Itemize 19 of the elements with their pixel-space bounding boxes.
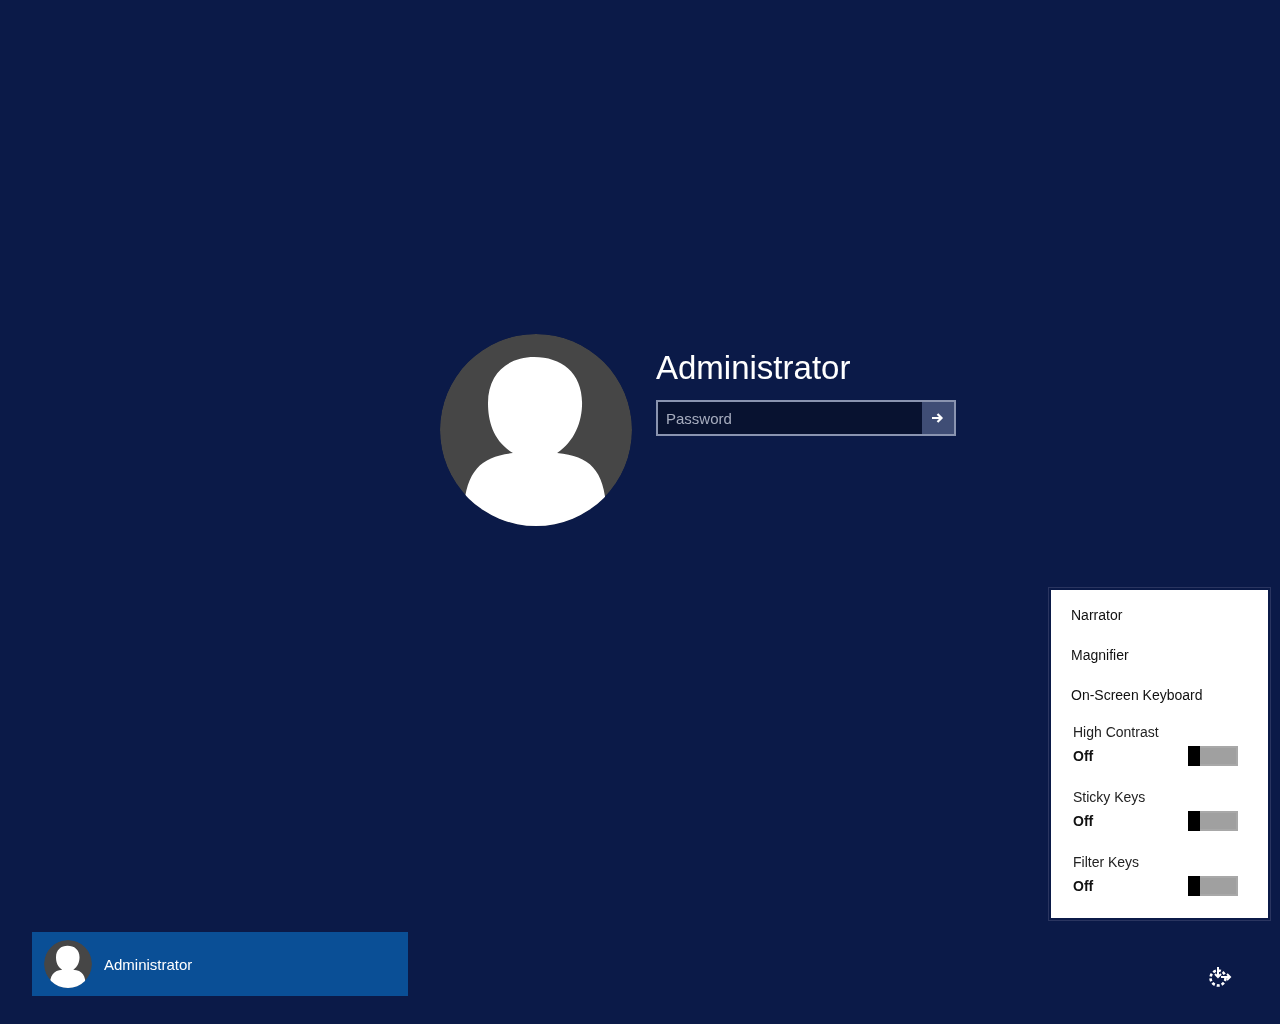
ease-of-access-icon xyxy=(1208,966,1232,988)
toggle-state: Off xyxy=(1073,813,1094,829)
user-tile[interactable]: Administrator xyxy=(32,932,408,996)
toggle-state: Off xyxy=(1073,748,1094,764)
ease-of-access-button[interactable] xyxy=(1208,966,1232,988)
toggle-label: High Contrast xyxy=(1073,724,1159,740)
menu-item[interactable]: On-Screen Keyboard xyxy=(1051,684,1223,706)
toggle-label: Filter Keys xyxy=(1073,854,1140,870)
user-name: Administrator xyxy=(656,348,852,388)
menu-item[interactable]: Narrator xyxy=(1051,604,1143,626)
toggle-state: Off xyxy=(1073,878,1094,894)
user-avatar-icon xyxy=(44,940,92,988)
toggle-switch[interactable] xyxy=(1188,876,1238,896)
toggle-switch[interactable] xyxy=(1188,811,1238,831)
user-avatar-icon xyxy=(440,334,632,526)
user-tile-name: Administrator xyxy=(104,955,193,973)
toggle-switch[interactable] xyxy=(1188,746,1238,766)
menu-item[interactable]: Magnifier xyxy=(1051,644,1149,666)
toggle-label: Sticky Keys xyxy=(1073,789,1146,805)
